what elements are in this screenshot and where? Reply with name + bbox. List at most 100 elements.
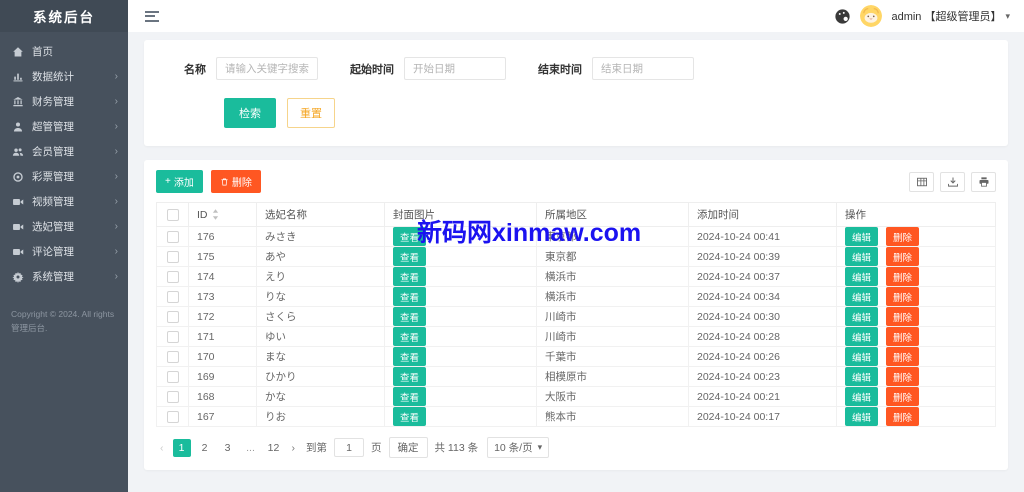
chevron-right-icon: › [115, 197, 118, 207]
row-checkbox[interactable] [167, 351, 179, 363]
edit-button[interactable]: 编辑 [845, 347, 878, 366]
delete-row-button[interactable]: 删除 [886, 387, 919, 406]
search-button[interactable]: 检索 [224, 98, 276, 128]
chevron-right-icon: › [115, 247, 118, 257]
sidebar-item-superadmin[interactable]: 超管管理› [0, 114, 128, 139]
row-checkbox[interactable] [167, 371, 179, 383]
print-icon[interactable] [971, 172, 996, 192]
content: 名称 起始时间 结束时间 检索 重置 + [128, 32, 1024, 492]
delete-row-button[interactable]: 删除 [886, 327, 919, 346]
edit-button[interactable]: 编辑 [845, 287, 878, 306]
cell-id: 173 [189, 287, 257, 307]
edit-button[interactable]: 编辑 [845, 267, 878, 286]
edit-button[interactable]: 编辑 [845, 307, 878, 326]
select-all-checkbox[interactable] [167, 209, 179, 221]
edit-button[interactable]: 编辑 [845, 247, 878, 266]
view-cover-button[interactable]: 查看 [393, 267, 426, 286]
edit-button[interactable]: 编辑 [845, 367, 878, 386]
video-icon [12, 196, 24, 208]
cell-name: かな [257, 387, 385, 407]
view-cover-button[interactable]: 查看 [393, 307, 426, 326]
view-cover-button[interactable]: 查看 [393, 247, 426, 266]
edit-button[interactable]: 编辑 [845, 227, 878, 246]
row-checkbox[interactable] [167, 391, 179, 403]
view-cover-button[interactable]: 查看 [393, 407, 426, 426]
sidebar-item-member[interactable]: 会员管理› [0, 139, 128, 164]
cell-time: 2024-10-24 00:23 [689, 367, 837, 387]
prev-page-button[interactable]: ‹ [156, 442, 168, 454]
export-icon[interactable] [940, 172, 965, 192]
confirm-page-button[interactable]: 确定 [389, 437, 428, 458]
table-body: 176みさき查看東京都2024-10-24 00:41编辑删除175あや查看東京… [157, 227, 996, 427]
page-number-button[interactable]: 1 [173, 439, 191, 457]
table-row: 173りな查看横浜市2024-10-24 00:34编辑删除 [157, 287, 996, 307]
user-dropdown[interactable]: admin 【超级管理员】 ▾ [891, 8, 1010, 24]
row-checkbox[interactable] [167, 231, 179, 243]
edit-button[interactable]: 编辑 [845, 327, 878, 346]
user-icon [12, 121, 24, 133]
video-icon [12, 246, 24, 258]
cell-id: 174 [189, 267, 257, 287]
delete-row-button[interactable]: 删除 [886, 367, 919, 386]
name-search-input[interactable] [216, 57, 318, 80]
sidebar-item-label: 超管管理 [32, 119, 74, 134]
sidebar-item-finance[interactable]: 财务管理› [0, 89, 128, 114]
delete-row-button[interactable]: 删除 [886, 227, 919, 246]
sidebar-item-xuanfei[interactable]: 选妃管理› [0, 214, 128, 239]
sidebar-item-comment[interactable]: 评论管理› [0, 239, 128, 264]
cell-id: 170 [189, 347, 257, 367]
view-cover-button[interactable]: 查看 [393, 387, 426, 406]
row-checkbox[interactable] [167, 291, 179, 303]
delete-row-button[interactable]: 删除 [886, 247, 919, 266]
view-cover-button[interactable]: 查看 [393, 367, 426, 386]
view-cover-button[interactable]: 查看 [393, 287, 426, 306]
cell-region: 千葉市 [537, 347, 689, 367]
goto-page-input[interactable] [334, 438, 364, 457]
next-page-button[interactable]: › [288, 442, 300, 454]
main-area: admin 【超级管理员】 ▾ 名称 起始时间 结束时间 [128, 0, 1024, 492]
cell-time: 2024-10-24 00:39 [689, 247, 837, 267]
delete-row-button[interactable]: 删除 [886, 307, 919, 326]
row-checkbox[interactable] [167, 271, 179, 283]
batch-delete-button[interactable]: 删除 [211, 170, 261, 193]
cell-time: 2024-10-24 00:30 [689, 307, 837, 327]
page-number-button[interactable]: 12 [265, 439, 283, 457]
filter-columns-icon[interactable] [909, 172, 934, 192]
page-number-button[interactable]: 2 [196, 439, 214, 457]
sort-icon [212, 209, 219, 220]
sidebar-item-label: 会员管理 [32, 144, 74, 159]
delete-row-button[interactable]: 删除 [886, 267, 919, 286]
view-cover-button[interactable]: 查看 [393, 227, 426, 246]
column-header-id[interactable]: ID [189, 203, 257, 227]
view-cover-button[interactable]: 查看 [393, 327, 426, 346]
row-checkbox[interactable] [167, 331, 179, 343]
reset-button[interactable]: 重置 [287, 98, 335, 128]
row-checkbox[interactable] [167, 311, 179, 323]
delete-row-button[interactable]: 删除 [886, 407, 919, 426]
cell-name: まな [257, 347, 385, 367]
per-page-select[interactable]: 10 条/页 ▾ [487, 437, 549, 458]
view-cover-button[interactable]: 查看 [393, 347, 426, 366]
delete-row-button[interactable]: 删除 [886, 287, 919, 306]
cell-region: 東京都 [537, 227, 689, 247]
menu-toggle-button[interactable] [142, 8, 162, 25]
edit-button[interactable]: 编辑 [845, 407, 878, 426]
search-panel: 名称 起始时间 结束时间 检索 重置 [144, 40, 1008, 146]
end-date-input[interactable] [592, 57, 694, 80]
row-checkbox[interactable] [167, 411, 179, 423]
cell-region: 横浜市 [537, 287, 689, 307]
sidebar-item-stats[interactable]: 数据统计› [0, 64, 128, 89]
end-time-label: 结束时间 [538, 61, 582, 77]
page-number-button[interactable]: 3 [219, 439, 237, 457]
page-numbers: 123...12 [173, 439, 283, 457]
sidebar-item-video[interactable]: 视频管理› [0, 189, 128, 214]
delete-row-button[interactable]: 删除 [886, 347, 919, 366]
add-button[interactable]: + 添加 [156, 170, 203, 193]
edit-button[interactable]: 编辑 [845, 387, 878, 406]
sidebar-item-lottery[interactable]: 彩票管理› [0, 164, 128, 189]
sidebar-item-home[interactable]: 首页 [0, 39, 128, 64]
start-date-input[interactable] [404, 57, 506, 80]
theme-palette-icon[interactable] [834, 8, 851, 25]
row-checkbox[interactable] [167, 251, 179, 263]
sidebar-item-system[interactable]: 系统管理› [0, 264, 128, 289]
